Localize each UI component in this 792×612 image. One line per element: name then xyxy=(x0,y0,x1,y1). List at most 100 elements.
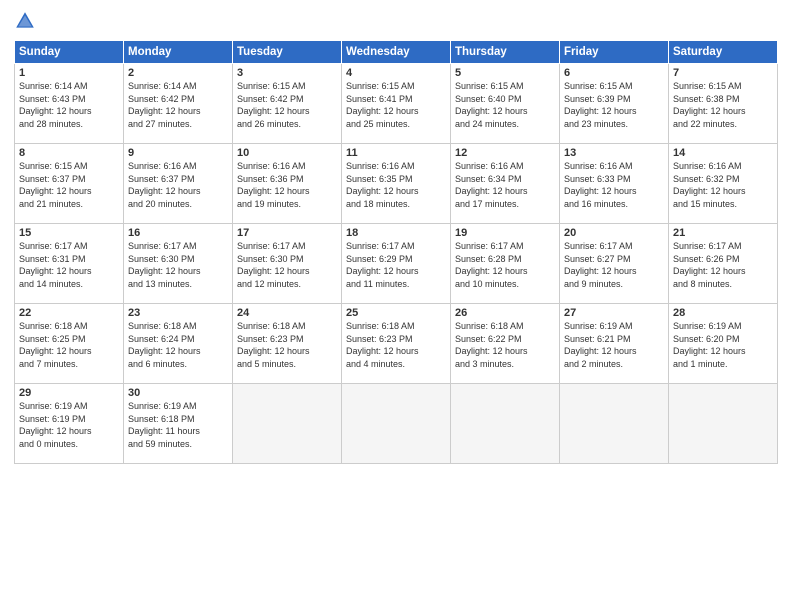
day-info: Sunrise: 6:15 AM Sunset: 6:42 PM Dayligh… xyxy=(237,80,337,130)
calendar-header-friday: Friday xyxy=(560,41,669,64)
day-info: Sunrise: 6:14 AM Sunset: 6:43 PM Dayligh… xyxy=(19,80,119,130)
calendar-day: 8Sunrise: 6:15 AM Sunset: 6:37 PM Daylig… xyxy=(15,144,124,224)
calendar-day: 11Sunrise: 6:16 AM Sunset: 6:35 PM Dayli… xyxy=(342,144,451,224)
day-info: Sunrise: 6:18 AM Sunset: 6:23 PM Dayligh… xyxy=(346,320,446,370)
day-number: 10 xyxy=(237,147,337,159)
day-number: 11 xyxy=(346,147,446,159)
day-number: 21 xyxy=(673,227,773,239)
day-info: Sunrise: 6:15 AM Sunset: 6:37 PM Dayligh… xyxy=(19,160,119,210)
day-number: 13 xyxy=(564,147,664,159)
calendar-day: 9Sunrise: 6:16 AM Sunset: 6:37 PM Daylig… xyxy=(124,144,233,224)
day-number: 3 xyxy=(237,67,337,79)
calendar-header-sunday: Sunday xyxy=(15,41,124,64)
day-info: Sunrise: 6:19 AM Sunset: 6:21 PM Dayligh… xyxy=(564,320,664,370)
day-info: Sunrise: 6:17 AM Sunset: 6:30 PM Dayligh… xyxy=(128,240,228,290)
calendar-day: 2Sunrise: 6:14 AM Sunset: 6:42 PM Daylig… xyxy=(124,64,233,144)
calendar-day xyxy=(560,384,669,464)
day-number: 28 xyxy=(673,307,773,319)
day-number: 2 xyxy=(128,67,228,79)
calendar-day: 12Sunrise: 6:16 AM Sunset: 6:34 PM Dayli… xyxy=(451,144,560,224)
main-container: SundayMondayTuesdayWednesdayThursdayFrid… xyxy=(0,0,792,470)
day-number: 29 xyxy=(19,387,119,399)
day-number: 6 xyxy=(564,67,664,79)
calendar-day: 22Sunrise: 6:18 AM Sunset: 6:25 PM Dayli… xyxy=(15,304,124,384)
day-number: 15 xyxy=(19,227,119,239)
day-number: 18 xyxy=(346,227,446,239)
calendar-week-2: 8Sunrise: 6:15 AM Sunset: 6:37 PM Daylig… xyxy=(15,144,778,224)
calendar-header-row: SundayMondayTuesdayWednesdayThursdayFrid… xyxy=(15,41,778,64)
header-row xyxy=(14,10,778,32)
calendar-day: 3Sunrise: 6:15 AM Sunset: 6:42 PM Daylig… xyxy=(233,64,342,144)
day-number: 7 xyxy=(673,67,773,79)
day-info: Sunrise: 6:17 AM Sunset: 6:27 PM Dayligh… xyxy=(564,240,664,290)
day-info: Sunrise: 6:17 AM Sunset: 6:29 PM Dayligh… xyxy=(346,240,446,290)
day-number: 4 xyxy=(346,67,446,79)
day-info: Sunrise: 6:18 AM Sunset: 6:25 PM Dayligh… xyxy=(19,320,119,370)
day-number: 16 xyxy=(128,227,228,239)
calendar-day xyxy=(669,384,778,464)
day-info: Sunrise: 6:14 AM Sunset: 6:42 PM Dayligh… xyxy=(128,80,228,130)
day-info: Sunrise: 6:16 AM Sunset: 6:36 PM Dayligh… xyxy=(237,160,337,210)
calendar-day: 20Sunrise: 6:17 AM Sunset: 6:27 PM Dayli… xyxy=(560,224,669,304)
day-number: 23 xyxy=(128,307,228,319)
calendar-day: 17Sunrise: 6:17 AM Sunset: 6:30 PM Dayli… xyxy=(233,224,342,304)
day-info: Sunrise: 6:16 AM Sunset: 6:32 PM Dayligh… xyxy=(673,160,773,210)
day-number: 1 xyxy=(19,67,119,79)
day-info: Sunrise: 6:15 AM Sunset: 6:39 PM Dayligh… xyxy=(564,80,664,130)
day-number: 26 xyxy=(455,307,555,319)
calendar-day: 21Sunrise: 6:17 AM Sunset: 6:26 PM Dayli… xyxy=(669,224,778,304)
day-number: 17 xyxy=(237,227,337,239)
day-info: Sunrise: 6:19 AM Sunset: 6:19 PM Dayligh… xyxy=(19,400,119,450)
calendar-day xyxy=(451,384,560,464)
day-info: Sunrise: 6:18 AM Sunset: 6:24 PM Dayligh… xyxy=(128,320,228,370)
calendar-week-3: 15Sunrise: 6:17 AM Sunset: 6:31 PM Dayli… xyxy=(15,224,778,304)
day-number: 20 xyxy=(564,227,664,239)
day-info: Sunrise: 6:17 AM Sunset: 6:31 PM Dayligh… xyxy=(19,240,119,290)
calendar-day: 14Sunrise: 6:16 AM Sunset: 6:32 PM Dayli… xyxy=(669,144,778,224)
calendar-day: 25Sunrise: 6:18 AM Sunset: 6:23 PM Dayli… xyxy=(342,304,451,384)
calendar-header-wednesday: Wednesday xyxy=(342,41,451,64)
calendar-week-5: 29Sunrise: 6:19 AM Sunset: 6:19 PM Dayli… xyxy=(15,384,778,464)
day-info: Sunrise: 6:16 AM Sunset: 6:34 PM Dayligh… xyxy=(455,160,555,210)
calendar-day: 6Sunrise: 6:15 AM Sunset: 6:39 PM Daylig… xyxy=(560,64,669,144)
day-number: 8 xyxy=(19,147,119,159)
calendar-day: 27Sunrise: 6:19 AM Sunset: 6:21 PM Dayli… xyxy=(560,304,669,384)
calendar-day: 29Sunrise: 6:19 AM Sunset: 6:19 PM Dayli… xyxy=(15,384,124,464)
day-number: 5 xyxy=(455,67,555,79)
calendar-header-monday: Monday xyxy=(124,41,233,64)
calendar-day: 28Sunrise: 6:19 AM Sunset: 6:20 PM Dayli… xyxy=(669,304,778,384)
day-info: Sunrise: 6:17 AM Sunset: 6:26 PM Dayligh… xyxy=(673,240,773,290)
day-number: 19 xyxy=(455,227,555,239)
day-info: Sunrise: 6:17 AM Sunset: 6:28 PM Dayligh… xyxy=(455,240,555,290)
calendar-day xyxy=(233,384,342,464)
day-info: Sunrise: 6:15 AM Sunset: 6:41 PM Dayligh… xyxy=(346,80,446,130)
calendar-day: 19Sunrise: 6:17 AM Sunset: 6:28 PM Dayli… xyxy=(451,224,560,304)
day-info: Sunrise: 6:16 AM Sunset: 6:33 PM Dayligh… xyxy=(564,160,664,210)
day-number: 24 xyxy=(237,307,337,319)
day-number: 27 xyxy=(564,307,664,319)
calendar-day: 26Sunrise: 6:18 AM Sunset: 6:22 PM Dayli… xyxy=(451,304,560,384)
logo-icon xyxy=(14,10,36,32)
calendar-table: SundayMondayTuesdayWednesdayThursdayFrid… xyxy=(14,40,778,464)
day-info: Sunrise: 6:19 AM Sunset: 6:18 PM Dayligh… xyxy=(128,400,228,450)
calendar-header-tuesday: Tuesday xyxy=(233,41,342,64)
day-info: Sunrise: 6:19 AM Sunset: 6:20 PM Dayligh… xyxy=(673,320,773,370)
calendar-week-4: 22Sunrise: 6:18 AM Sunset: 6:25 PM Dayli… xyxy=(15,304,778,384)
calendar-week-1: 1Sunrise: 6:14 AM Sunset: 6:43 PM Daylig… xyxy=(15,64,778,144)
day-info: Sunrise: 6:18 AM Sunset: 6:22 PM Dayligh… xyxy=(455,320,555,370)
day-info: Sunrise: 6:17 AM Sunset: 6:30 PM Dayligh… xyxy=(237,240,337,290)
day-info: Sunrise: 6:16 AM Sunset: 6:35 PM Dayligh… xyxy=(346,160,446,210)
calendar-day: 16Sunrise: 6:17 AM Sunset: 6:30 PM Dayli… xyxy=(124,224,233,304)
day-info: Sunrise: 6:15 AM Sunset: 6:40 PM Dayligh… xyxy=(455,80,555,130)
calendar-day: 24Sunrise: 6:18 AM Sunset: 6:23 PM Dayli… xyxy=(233,304,342,384)
calendar-day: 10Sunrise: 6:16 AM Sunset: 6:36 PM Dayli… xyxy=(233,144,342,224)
calendar-day: 15Sunrise: 6:17 AM Sunset: 6:31 PM Dayli… xyxy=(15,224,124,304)
day-number: 30 xyxy=(128,387,228,399)
calendar-header-saturday: Saturday xyxy=(669,41,778,64)
calendar-day: 1Sunrise: 6:14 AM Sunset: 6:43 PM Daylig… xyxy=(15,64,124,144)
calendar-day: 7Sunrise: 6:15 AM Sunset: 6:38 PM Daylig… xyxy=(669,64,778,144)
day-number: 25 xyxy=(346,307,446,319)
calendar-day: 5Sunrise: 6:15 AM Sunset: 6:40 PM Daylig… xyxy=(451,64,560,144)
day-number: 12 xyxy=(455,147,555,159)
calendar-day: 13Sunrise: 6:16 AM Sunset: 6:33 PM Dayli… xyxy=(560,144,669,224)
